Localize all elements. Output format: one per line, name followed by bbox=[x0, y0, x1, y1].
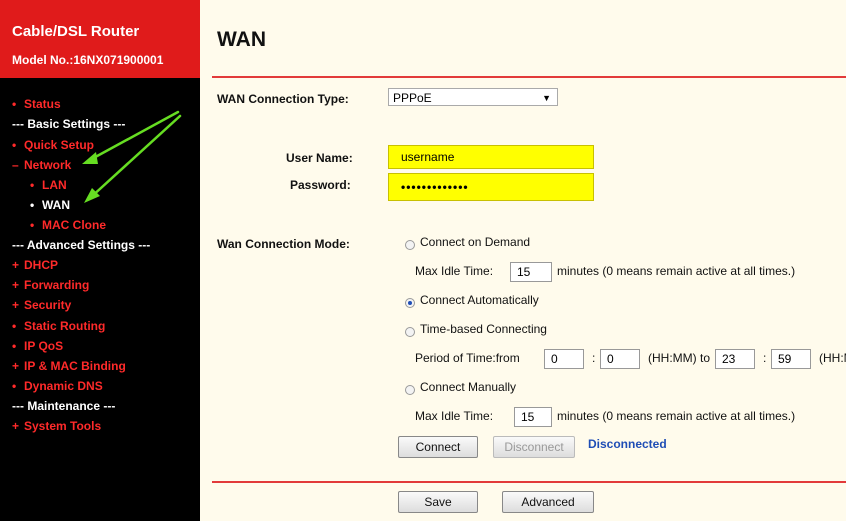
divider-top bbox=[212, 76, 846, 78]
page-title: WAN bbox=[217, 28, 266, 51]
divider-bottom bbox=[212, 481, 846, 483]
connection-status: Disconnected bbox=[588, 437, 667, 451]
arrow-to-network bbox=[86, 110, 180, 163]
max-idle-label-2: Max Idle Time: bbox=[415, 409, 494, 423]
password-field[interactable]: ••••••••••••• bbox=[388, 173, 594, 201]
wan-type-label: WAN Connection Type: bbox=[217, 92, 349, 106]
wan-type-value: PPPoE bbox=[393, 91, 432, 105]
main-content: WAN WAN Connection Type: PPPoE ▼ User Na… bbox=[200, 0, 846, 521]
annotation-arrows bbox=[82, 110, 182, 203]
radio-connect-on-demand[interactable] bbox=[405, 240, 415, 250]
radio-connect-automatically[interactable] bbox=[405, 298, 415, 308]
wan-mode-label: Wan Connection Mode: bbox=[217, 237, 350, 251]
time-separator-1: : bbox=[592, 351, 596, 365]
connect-button[interactable]: Connect bbox=[398, 436, 478, 458]
arrowhead-network bbox=[82, 152, 98, 164]
wan-type-select[interactable]: PPPoE ▼ bbox=[388, 88, 558, 106]
time-based-label: Time-based Connecting bbox=[420, 322, 547, 336]
connect-automatically-label: Connect Automatically bbox=[420, 293, 539, 307]
to-hh-input[interactable]: 23 bbox=[715, 349, 755, 369]
radio-time-based[interactable] bbox=[405, 327, 415, 337]
max-idle-label-1: Max Idle Time: bbox=[415, 264, 494, 278]
disconnect-button[interactable]: Disconnect bbox=[493, 436, 575, 458]
password-label: Password: bbox=[290, 178, 351, 192]
from-mm-input[interactable]: 0 bbox=[600, 349, 640, 369]
time-separator-2: : bbox=[763, 351, 767, 365]
max-idle-note-2: minutes (0 means remain active at all ti… bbox=[557, 409, 796, 423]
period-label: Period of Time:from bbox=[415, 351, 520, 365]
radio-connect-manually[interactable] bbox=[405, 385, 415, 395]
arrow-to-wan bbox=[88, 114, 182, 200]
username-field[interactable]: username bbox=[388, 145, 594, 169]
max-idle-input-2[interactable]: 15 bbox=[514, 407, 552, 427]
connect-on-demand-label: Connect on Demand bbox=[420, 235, 531, 249]
hhmm-to-label: (HH:MM) to bbox=[648, 351, 710, 365]
connect-manually-label: Connect Manually bbox=[420, 380, 517, 394]
from-hh-input[interactable]: 0 bbox=[544, 349, 584, 369]
to-mm-input[interactable]: 59 bbox=[771, 349, 811, 369]
username-label: User Name: bbox=[286, 151, 353, 165]
max-idle-note-1: minutes (0 means remain active at all ti… bbox=[557, 264, 796, 278]
save-button[interactable]: Save bbox=[398, 491, 478, 513]
hhmm-end-label: (HH:MM) bbox=[819, 351, 846, 365]
max-idle-input-1[interactable]: 15 bbox=[510, 262, 552, 282]
advanced-button[interactable]: Advanced bbox=[502, 491, 594, 513]
chevron-down-icon: ▼ bbox=[542, 93, 551, 103]
